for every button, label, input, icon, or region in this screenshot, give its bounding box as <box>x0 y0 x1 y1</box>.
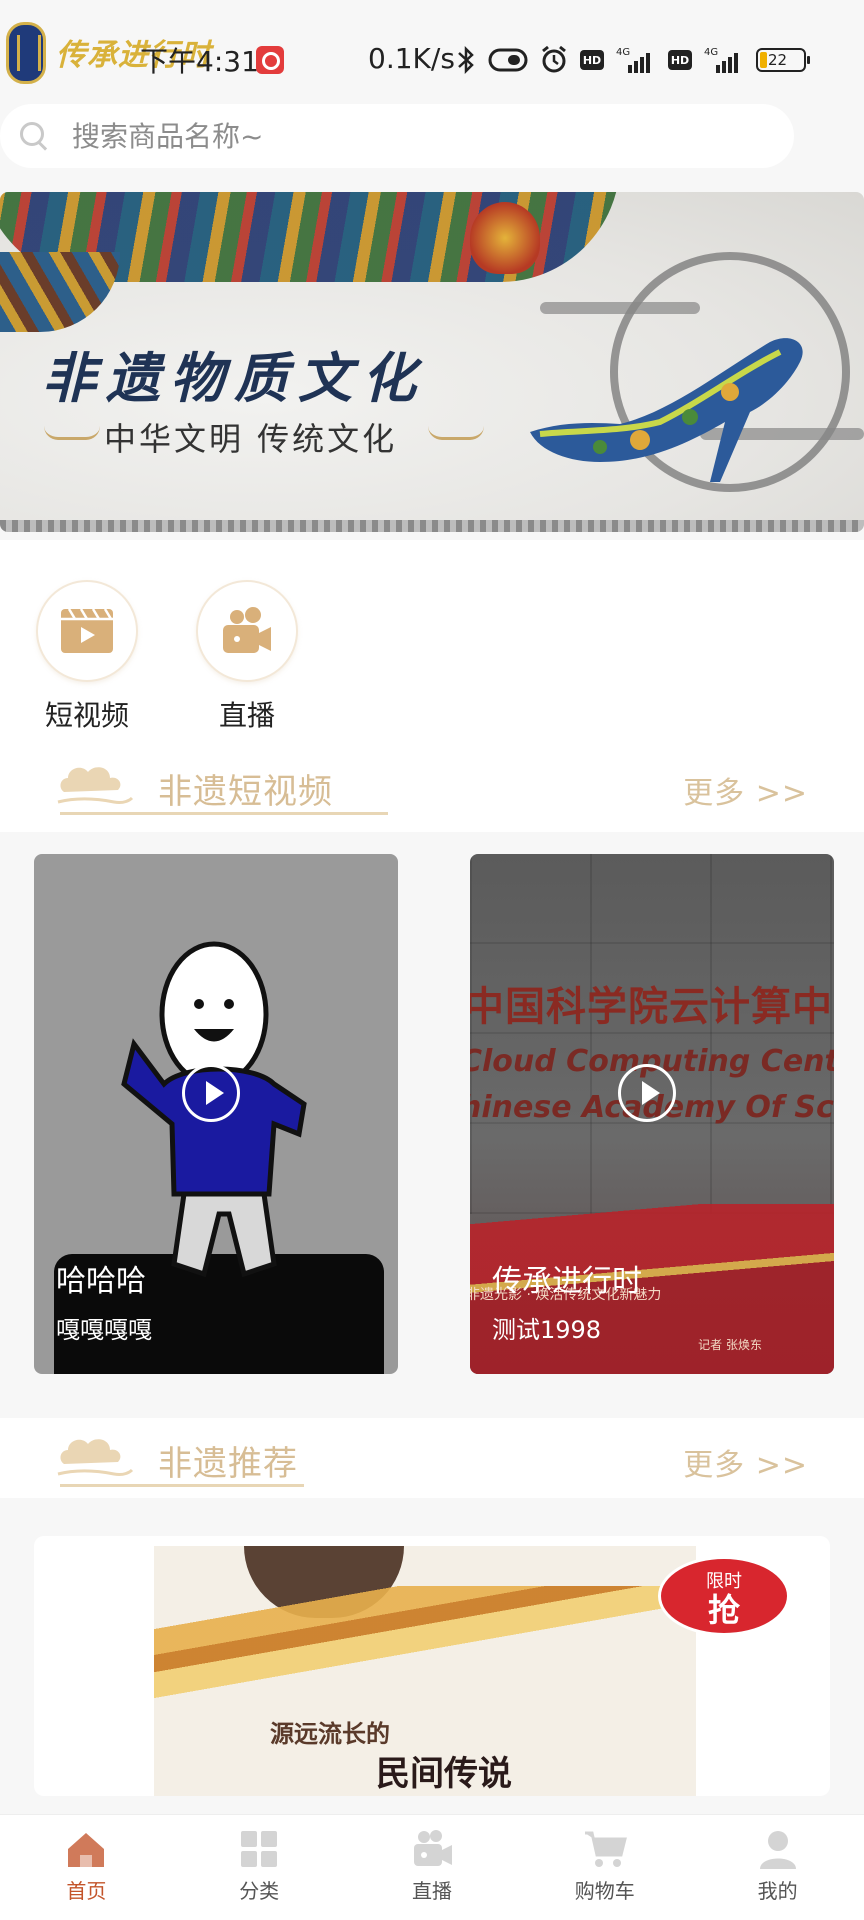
status-time: 下午4:31 <box>140 45 259 78</box>
live-camera-icon <box>413 1830 452 1866</box>
search-bar[interactable] <box>0 104 794 168</box>
user-icon <box>759 1831 796 1869</box>
hero-banner[interactable]: 非遗物质文化 中华文明 传统文化 <box>0 192 864 532</box>
alarm-icon <box>542 45 566 73</box>
video-subtitle: 测试1998 <box>492 1316 602 1344</box>
shortcut-live[interactable]: 直播 <box>192 580 302 734</box>
video-thumbnail-sign: 中国科学院云计算中 <box>470 983 833 1030</box>
video-card[interactable]: 哈哈哈 嘎嘎嘎嘎 <box>34 854 398 1374</box>
product-card[interactable]: 源远流长的 民间传说 限时 抢 <box>34 1536 830 1796</box>
category-grid-icon <box>241 1831 278 1867</box>
video-subtitle: 嘎嘎嘎嘎 <box>56 1316 152 1344</box>
cart-icon <box>584 1831 627 1867</box>
toggle-icon <box>488 48 528 72</box>
section-title: 非遗短视频 <box>158 772 333 812</box>
shortcut-label: 直播 <box>218 699 275 732</box>
banner-bottom-strip <box>0 520 864 532</box>
hd-icon: HD <box>580 50 604 70</box>
tab-profile[interactable]: 我的 <box>691 1815 864 1920</box>
cloud-decoration-icon <box>57 767 134 804</box>
banner-eaves-decoration-2 <box>0 252 120 332</box>
play-icon[interactable] <box>618 1064 676 1122</box>
section-underline <box>60 1484 304 1487</box>
home-icon <box>68 1833 105 1867</box>
hd-icon-2: HD <box>668 50 692 70</box>
tab-category[interactable]: 分类 <box>173 1815 346 1920</box>
logo-seal-icon <box>6 22 46 84</box>
section-header-recommend: 非遗推荐 更多 >> <box>0 1418 864 1498</box>
flash-sale-line1: 限时 <box>706 1571 742 1592</box>
search-icon <box>18 120 50 152</box>
shortcut-label: 短视频 <box>44 699 129 732</box>
tab-home[interactable]: 首页 <box>0 1815 173 1920</box>
video-thumbnail-reporter: 记者 张焕东 <box>698 1338 762 1352</box>
banner-subtitle: 中华文明 传统文化 <box>104 420 398 458</box>
tab-label: 购物车 <box>574 1879 635 1903</box>
section-title: 非遗推荐 <box>158 1444 298 1484</box>
video-title: 哈哈哈 <box>56 1264 146 1299</box>
video-card[interactable]: 中国科学院云计算中 Cloud Computing Center hinese … <box>470 854 834 1374</box>
video-thumbnail-wall <box>470 854 834 1214</box>
play-icon[interactable] <box>182 1064 240 1122</box>
tab-label: 直播 <box>411 1879 452 1903</box>
home-page: 传承进行时 下午4:31 0.1K/s HD 4G HD 4G 22 搜索商品名… <box>0 0 864 1920</box>
book-title-line1: 源远流长的 <box>270 1720 390 1748</box>
book-title-line2: 民间传说 <box>376 1754 512 1794</box>
bottom-tab-bar: 首页 分类 直播 购物车 我的 <box>0 1814 864 1920</box>
tab-label: 分类 <box>239 1879 280 1903</box>
signal-4g-icon: 4G <box>616 47 650 73</box>
netease-music-icon <box>256 46 284 74</box>
status-icons: HD 4G HD 4G 22 <box>456 44 810 76</box>
tab-label: 首页 <box>66 1879 107 1903</box>
section-underline <box>60 812 388 815</box>
cloud-decoration-icon <box>57 1439 134 1476</box>
banner-shoe-image <box>530 338 803 482</box>
more-videos-link[interactable]: 更多 >> <box>683 768 808 812</box>
status-bar: 传承进行时 下午4:31 0.1K/s HD 4G HD 4G 22 <box>0 0 864 96</box>
video-title: 传承进行时 <box>492 1264 642 1299</box>
search-input[interactable] <box>72 119 752 153</box>
flash-sale-badge: 限时 抢 <box>658 1556 790 1636</box>
shortcut-icon-circle <box>196 580 298 682</box>
tab-cart[interactable]: 购物车 <box>518 1815 691 1920</box>
more-recommend-link[interactable]: 更多 >> <box>683 1440 808 1484</box>
shortcut-icon-circle <box>36 580 138 682</box>
network-speed: 0.1K/s <box>368 42 455 75</box>
video-clip-icon <box>61 608 113 653</box>
tab-live[interactable]: 直播 <box>346 1815 519 1920</box>
svg-text:4G: 4G <box>704 47 718 58</box>
bluetooth-icon <box>458 45 474 75</box>
live-camera-icon <box>223 607 271 653</box>
svg-text:4G: 4G <box>616 47 630 58</box>
battery-level: 22 <box>768 51 788 69</box>
tab-label: 我的 <box>757 1879 798 1903</box>
signal-4g-icon-2: 4G <box>704 47 738 73</box>
banner-title: 非遗物质文化 <box>42 346 426 410</box>
banner-lantern-decoration <box>470 202 540 274</box>
book-swoosh-decoration <box>154 1586 696 1706</box>
shortcut-short-video[interactable]: 短视频 <box>32 580 142 734</box>
banner-cloud-icon <box>44 426 100 440</box>
section-header-videos: 非遗短视频 更多 >> <box>0 746 864 826</box>
battery-icon: 22 <box>756 48 810 72</box>
banner-cloud-icon-2 <box>428 426 484 440</box>
flash-sale-line2: 抢 <box>707 1591 740 1629</box>
